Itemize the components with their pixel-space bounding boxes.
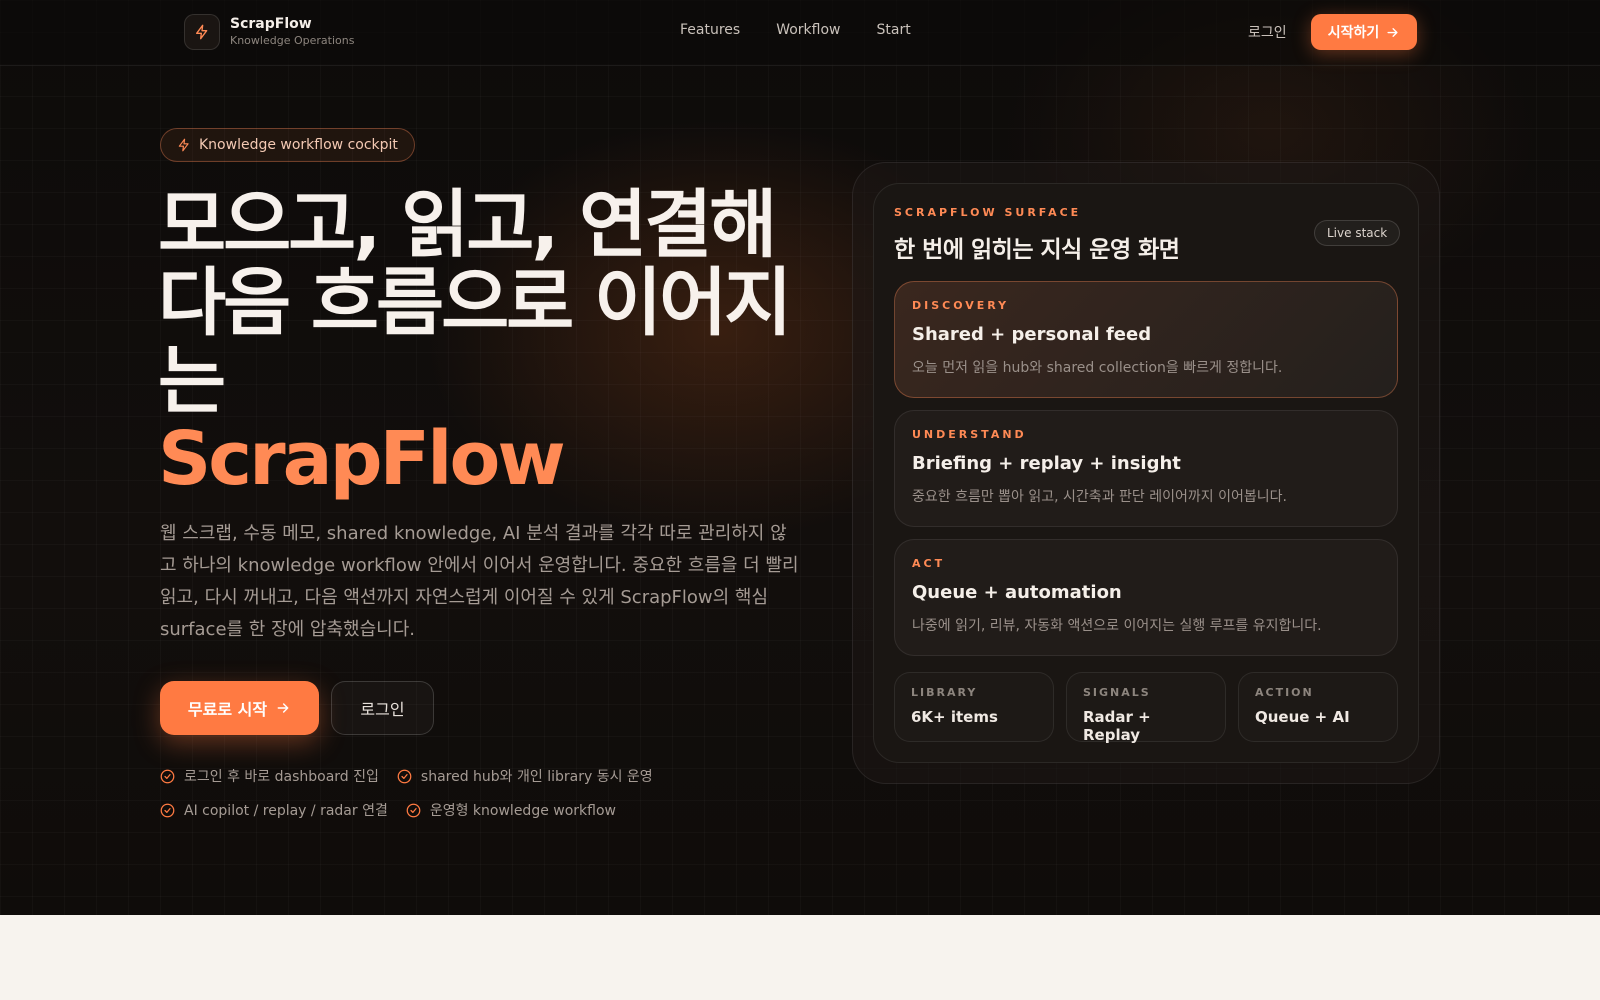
card-title: Shared + personal feed	[912, 324, 1152, 345]
headline-line-1: 모으고, 읽고, 연결해	[158, 182, 777, 268]
stat-library: LIBRARY 6K+ items	[894, 672, 1054, 742]
stat-label: LIBRARY	[911, 686, 978, 699]
stat-signals: SIGNALS Radar + Replay	[1066, 672, 1226, 744]
check-item-label: 운영형 knowledge workflow	[429, 803, 616, 819]
next-section	[0, 915, 1600, 1000]
headline-line-2: 다음 흐름으로 이어지는	[158, 260, 792, 424]
brand-name: ScrapFlow	[230, 16, 312, 32]
stat-label: ACTION	[1255, 686, 1314, 699]
stat-value: Radar + Replay	[1083, 708, 1151, 744]
hero-section: ScrapFlow Knowledge Operations Features …	[0, 0, 1600, 915]
stat-label: SIGNALS	[1083, 686, 1151, 699]
live-stack-badge: Live stack	[1314, 220, 1401, 246]
start-free-button[interactable]: 무료로 시작	[160, 681, 319, 735]
feature-checklist: 로그인 후 바로 dashboard 진입 shared hub와 개인 lib…	[160, 766, 720, 834]
brand[interactable]: ScrapFlow Knowledge Operations	[184, 14, 354, 50]
check-item: AI copilot / replay / radar 연결	[160, 800, 388, 820]
check-circle-icon	[160, 803, 175, 817]
check-item: 운영형 knowledge workflow	[406, 800, 616, 820]
hero-login-button[interactable]: 로그인	[331, 681, 434, 735]
start-free-label: 무료로 시작	[187, 700, 268, 719]
hero-description: 웹 스크랩, 수동 메모, shared knowledge, AI 분석 결과…	[160, 523, 799, 640]
card-kicker: UNDERSTAND	[912, 428, 1027, 441]
card-description: 오늘 먼저 읽을 hub와 shared collection을 빠르게 정합니…	[912, 360, 1283, 376]
nav-link-start[interactable]: Start	[877, 22, 911, 38]
check-item-label: 로그인 후 바로 dashboard 진입	[184, 769, 379, 785]
hero-pill-badge: Knowledge workflow cockpit	[160, 128, 415, 162]
nav-start-label: 시작하기	[1327, 25, 1380, 41]
brand-subtitle: Knowledge Operations	[230, 34, 355, 47]
panel-kicker: SCRAPFLOW SURFACE	[894, 206, 1082, 219]
card-act[interactable]: ACT Queue + automation 나중에 읽기, 리뷰, 자동화 액…	[894, 539, 1398, 656]
check-circle-icon	[397, 769, 412, 783]
check-circle-icon	[406, 803, 421, 817]
hero-headline: 모으고, 읽고, 연결해 다음 흐름으로 이어지는 ScrapFlow	[158, 186, 808, 498]
arrow-right-icon	[277, 703, 289, 713]
top-nav: ScrapFlow Knowledge Operations Features …	[0, 0, 1600, 66]
stat-value: 6K+ items	[911, 708, 998, 726]
brand-logo	[184, 14, 220, 50]
arrow-right-icon	[1387, 27, 1398, 37]
nav-links: Features Workflow Start	[680, 22, 911, 38]
nav-start-button[interactable]: 시작하기	[1311, 14, 1417, 50]
stat-value: Queue + AI	[1255, 708, 1350, 726]
check-circle-icon	[160, 769, 175, 783]
nav-link-features[interactable]: Features	[680, 22, 740, 38]
card-description: 나중에 읽기, 리뷰, 자동화 액션으로 이어지는 실행 루프를 유지합니다.	[912, 618, 1322, 634]
card-understand[interactable]: UNDERSTAND Briefing + replay + insight 중…	[894, 410, 1398, 527]
stat-action: ACTION Queue + AI	[1238, 672, 1398, 742]
card-discovery[interactable]: DISCOVERY Shared + personal feed 오늘 먼저 읽…	[894, 281, 1398, 398]
card-title: Queue + automation	[912, 582, 1122, 603]
pill-label: Knowledge workflow cockpit	[199, 137, 398, 153]
check-item: 로그인 후 바로 dashboard 진입	[160, 766, 379, 786]
card-kicker: DISCOVERY	[912, 299, 1010, 312]
check-item-label: AI copilot / replay / radar 연결	[184, 803, 388, 819]
check-item-label: shared hub와 개인 library 동시 운영	[420, 769, 653, 785]
bolt-icon	[196, 24, 208, 40]
bolt-icon	[178, 138, 189, 152]
panel-title: 한 번에 읽히는 지식 운영 화면	[894, 237, 1180, 263]
nav-login-link[interactable]: 로그인	[1248, 22, 1287, 42]
check-item: shared hub와 개인 library 동시 운영	[397, 766, 653, 786]
card-kicker: ACT	[912, 557, 946, 570]
card-title: Briefing + replay + insight	[912, 453, 1181, 474]
headline-accent: ScrapFlow	[158, 416, 566, 502]
card-description: 중요한 흐름만 뽑아 읽고, 시간축과 판단 레이어까지 이어봅니다.	[912, 489, 1287, 505]
nav-link-workflow[interactable]: Workflow	[776, 22, 840, 38]
